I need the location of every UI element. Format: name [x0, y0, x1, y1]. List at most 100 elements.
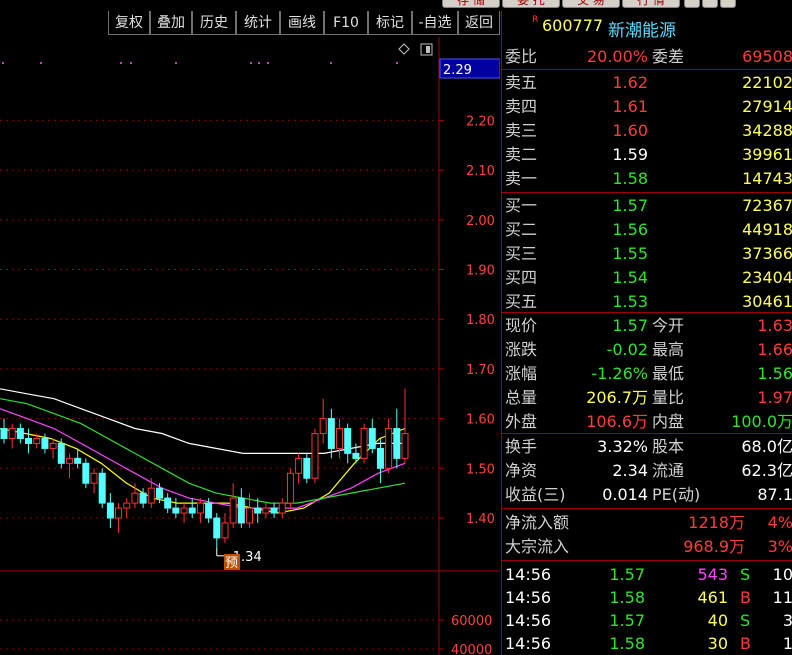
- marker-dot: [250, 62, 252, 64]
- candle: [237, 488, 245, 528]
- tick-row[interactable]: 14:56 1.57 543 S 10: [502, 563, 792, 586]
- back-button[interactable]: 返回: [458, 11, 500, 35]
- candle: [90, 468, 98, 494]
- fund-label: PE(动): [652, 485, 701, 504]
- statistics-button[interactable]: 统计: [236, 11, 280, 35]
- tick-row[interactable]: 14:56 1.57 40 S 3: [502, 609, 792, 632]
- stat-label: 最低: [652, 364, 685, 383]
- stat-row: 涨幅 -1.26% 最低 1.56: [502, 362, 792, 386]
- marker-dot: [175, 62, 177, 64]
- candle-body: [16, 428, 24, 439]
- stat-label: 涨跌: [505, 340, 538, 359]
- tick-count: 10: [772, 565, 792, 584]
- trade-button[interactable]: 交 易: [562, 0, 620, 8]
- candle: [164, 493, 172, 514]
- bid-price: 1.57: [612, 196, 648, 215]
- tick-price: 1.58: [609, 634, 645, 653]
- stat-label: 现价: [505, 316, 538, 335]
- quote-button[interactable]: 行 情: [622, 0, 680, 8]
- stat-value: 100.0万: [731, 412, 792, 431]
- quote-panel: R 600777 新潮能源 委比 20.00% 委差 69508 卖五 1.62 2…: [501, 11, 792, 655]
- stat-value: 1.56: [757, 364, 792, 383]
- candle: [213, 513, 221, 548]
- tick-price: 1.57: [609, 565, 645, 584]
- candle: [327, 408, 335, 459]
- stat-value: -1.26%: [591, 364, 648, 383]
- divider: [502, 69, 792, 70]
- price-tick-label: 1.90: [466, 264, 495, 279]
- fund-value: 0.014: [602, 485, 648, 504]
- fund-label: 净资: [505, 461, 538, 480]
- candle-body: [25, 437, 33, 444]
- candle: [278, 498, 286, 518]
- bid-price: 1.55: [612, 244, 648, 263]
- candle: [196, 498, 204, 523]
- ask-row: 卖五 1.62 22102: [502, 71, 792, 95]
- candle-body: [98, 472, 106, 504]
- window-control-button[interactable]: [702, 0, 718, 8]
- fund-value: 2.34: [612, 461, 648, 480]
- fund-label: 收益(三): [505, 485, 566, 504]
- candle-body: [336, 428, 344, 449]
- volume-tick-label: 40000: [451, 643, 492, 655]
- order-ratio-value: 20.00%: [586, 47, 648, 66]
- candle-body: [344, 428, 352, 454]
- draw-line-button[interactable]: 画线: [280, 11, 324, 35]
- tick-row[interactable]: 14:56 1.58 461 B 11: [502, 586, 792, 609]
- fund-value: 87.1: [757, 485, 792, 504]
- candle: [74, 448, 82, 469]
- bid-volume: 23404: [742, 268, 792, 287]
- tick-count: 11: [772, 588, 792, 607]
- candle: [376, 438, 384, 484]
- history-button[interactable]: 历史: [192, 11, 236, 35]
- candle: [393, 408, 401, 469]
- stat-row: 总量 206.7万 量比 1.97: [502, 386, 792, 410]
- ask-level-label: 卖一: [505, 169, 538, 188]
- chart-canvas[interactable]: 2.29 2.20 2.10 2.00 1.90 1.80 1.70 1.60 1.50 1.40…: [0, 37, 500, 655]
- panel-toggle-icon-bar: [426, 46, 430, 53]
- remove-watchlist-button[interactable]: -自选: [412, 11, 458, 35]
- f10-button[interactable]: F10: [324, 11, 368, 35]
- save-button[interactable]: 存 储: [442, 0, 500, 8]
- order-ratio-label: 委比: [505, 47, 538, 66]
- ask-price: 1.58: [612, 169, 648, 188]
- candlestick-chart[interactable]: 2.29 2.20 2.10 2.00 1.90 1.80 1.70 1.60 1.50 1.40…: [0, 37, 500, 655]
- candle: [25, 428, 33, 454]
- bid-level-label: 买五: [505, 292, 538, 311]
- candle: [254, 498, 262, 523]
- current-price-tag: 2.29: [443, 63, 472, 78]
- candle-body: [327, 418, 335, 449]
- order-diff-value: 69508: [742, 47, 792, 66]
- ask-row: 卖三 1.60 34288: [502, 119, 792, 143]
- entrust-button[interactable]: 委 托: [502, 0, 560, 8]
- bid-row: 买一 1.57 72367: [502, 194, 792, 218]
- bid-price: 1.53: [612, 292, 648, 311]
- candle-body: [401, 433, 409, 459]
- marker-dot: [267, 62, 269, 64]
- price-tick-label: 2.00: [466, 214, 495, 229]
- candle-body: [33, 437, 41, 444]
- marker-dot: [2, 62, 4, 64]
- overlay-button[interactable]: 叠加: [150, 11, 192, 35]
- stock-terminal-window: { "top_buttons": ["存 储", "委 托", "交 易", "…: [0, 0, 792, 655]
- price-tick-label: 1.60: [466, 413, 495, 428]
- top-button-strip: 存 储 委 托 交 易 行 情: [0, 0, 792, 9]
- candle-body: [131, 492, 139, 504]
- bid-level-label: 买四: [505, 268, 538, 287]
- candle: [319, 398, 327, 444]
- tick-time: 14:56: [505, 611, 552, 630]
- candle-body: [172, 507, 180, 514]
- mark-button[interactable]: 标记: [368, 11, 412, 35]
- stock-name[interactable]: 新潮能源: [608, 16, 676, 41]
- candle-body: [278, 502, 286, 514]
- candle-body: [360, 428, 368, 459]
- candle: [344, 423, 352, 464]
- stock-code[interactable]: 600777: [542, 16, 603, 35]
- tick-row[interactable]: 14:56 1.58 30 B 1: [502, 632, 792, 655]
- candle-body: [106, 502, 114, 519]
- window-control-button[interactable]: [720, 0, 736, 8]
- candle-body: [82, 462, 90, 484]
- candle: [0, 418, 8, 444]
- restore-rights-button[interactable]: 复权: [108, 11, 150, 35]
- window-control-button[interactable]: [684, 0, 700, 8]
